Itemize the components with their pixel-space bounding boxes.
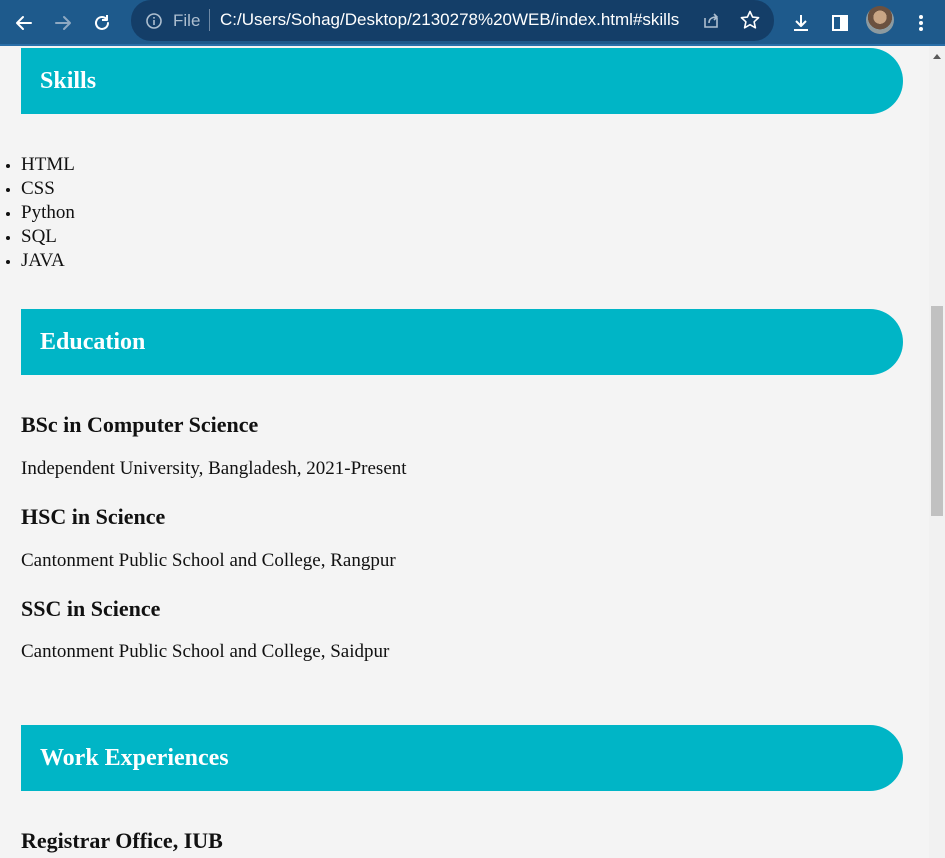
degree-title: HSC in Science — [21, 504, 166, 529]
list-item: SQL — [21, 225, 75, 249]
file-scheme-label: File — [173, 11, 201, 30]
page-content: Skills HTML CSS Python SQL JAVA Educatio… — [0, 46, 929, 858]
list-item: CSS — [21, 177, 75, 201]
education-header: Education — [21, 309, 903, 375]
browser-toolbar: File C:/Users/Sohag/Desktop/2130278%20WE… — [0, 0, 945, 46]
degree-title: SSC in Science — [21, 596, 161, 621]
url-text[interactable]: C:/Users/Sohag/Desktop/2130278%20WEB/ind… — [220, 10, 679, 30]
degree-title: BSc in Computer Science — [21, 412, 259, 437]
skills-title: Skills — [40, 67, 97, 94]
institute-text: Independent University, Bangladesh, 2021… — [21, 458, 407, 479]
scroll-up-arrow-icon[interactable] — [933, 54, 941, 59]
back-arrow-icon[interactable] — [8, 7, 40, 39]
list-item: HTML — [21, 153, 75, 177]
list-item: Python — [21, 201, 75, 225]
download-icon[interactable] — [785, 7, 817, 39]
skills-list: HTML CSS Python SQL JAVA — [21, 153, 75, 273]
reload-icon[interactable] — [86, 7, 118, 39]
side-panel-icon[interactable] — [824, 7, 856, 39]
scroll-thumb[interactable] — [931, 306, 943, 516]
avatar[interactable] — [866, 6, 894, 34]
star-icon[interactable] — [739, 9, 761, 36]
forward-arrow-icon[interactable] — [47, 7, 79, 39]
work-title: Work Experiences — [40, 744, 229, 771]
more-vert-icon[interactable] — [905, 7, 937, 39]
share-icon[interactable] — [701, 10, 721, 35]
address-bar[interactable]: File C:/Users/Sohag/Desktop/2130278%20WE… — [131, 0, 774, 41]
institute-text: Cantonment Public School and College, Ra… — [21, 550, 396, 571]
skills-header: Skills — [21, 48, 903, 114]
work-place-title: Registrar Office, IUB — [21, 828, 223, 853]
education-title: Education — [40, 328, 146, 355]
info-icon[interactable] — [145, 12, 163, 35]
vertical-scrollbar[interactable] — [929, 46, 945, 858]
work-header: Work Experiences — [21, 725, 903, 791]
institute-text: Cantonment Public School and College, Sa… — [21, 641, 390, 662]
omnibox-separator — [209, 9, 210, 31]
list-item: JAVA — [21, 249, 75, 273]
